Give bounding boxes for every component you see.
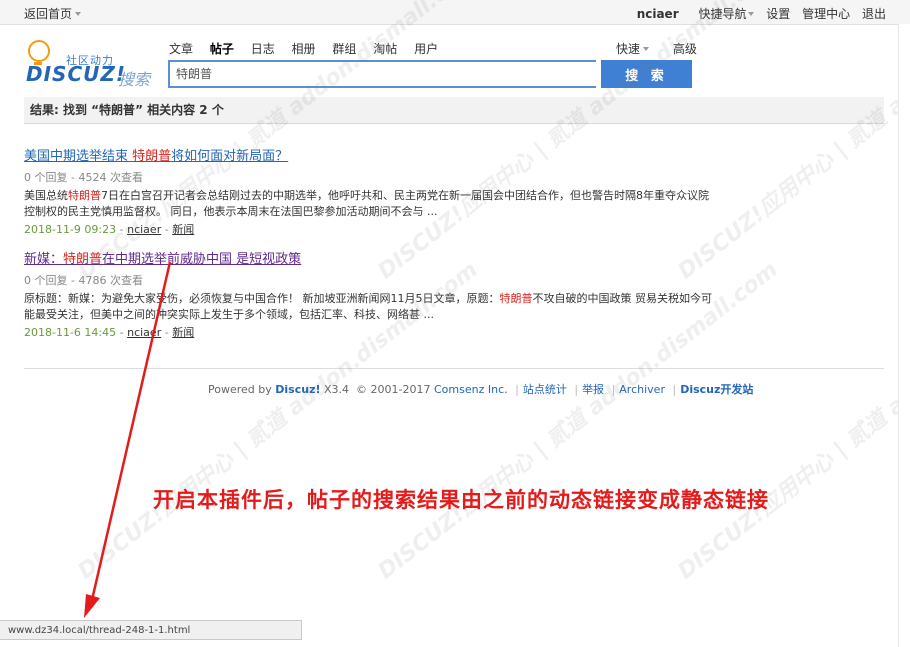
- window-edge: [898, 24, 910, 647]
- browser-status-bar: www.dz34.local/thread-248-1-1.html: [0, 620, 302, 640]
- annotation-arrow: [84, 261, 172, 618]
